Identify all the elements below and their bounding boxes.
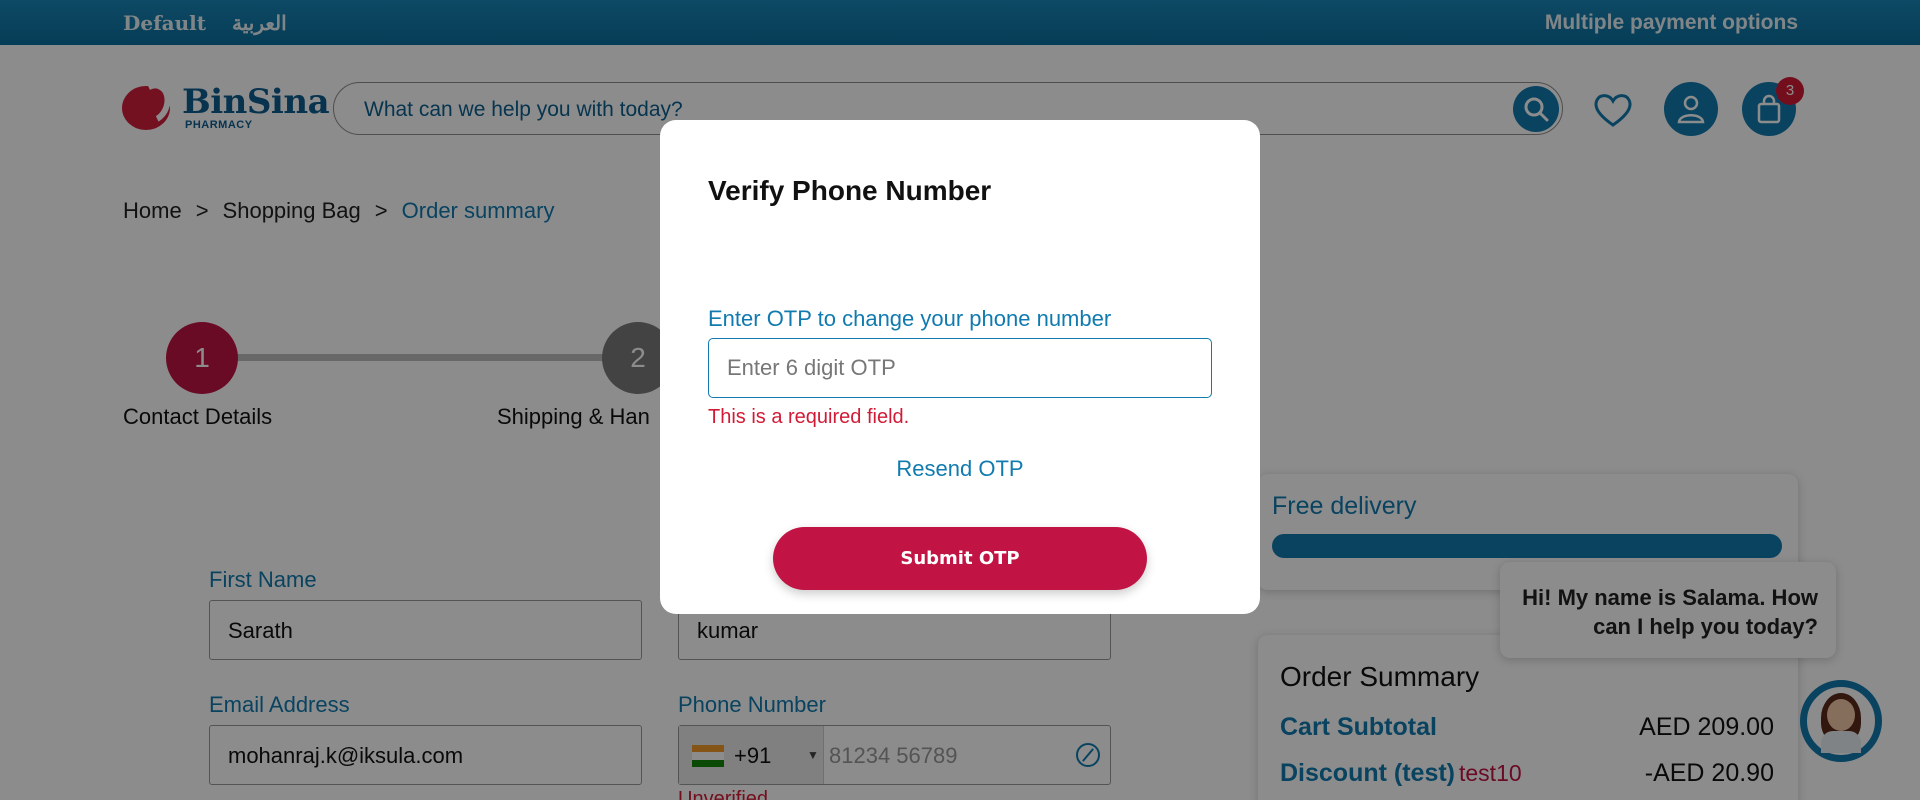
verify-phone-modal: Verify Phone Number Enter OTP to change …: [660, 120, 1260, 614]
otp-label: Enter OTP to change your phone number: [708, 306, 1112, 331]
otp-error-text: This is a required field.: [708, 406, 910, 428]
otp-input[interactable]: [708, 338, 1212, 398]
resend-otp-link[interactable]: Resend OTP: [660, 456, 1260, 482]
submit-otp-button[interactable]: Submit OTP: [773, 527, 1147, 590]
modal-title: Verify Phone Number: [708, 175, 992, 206]
